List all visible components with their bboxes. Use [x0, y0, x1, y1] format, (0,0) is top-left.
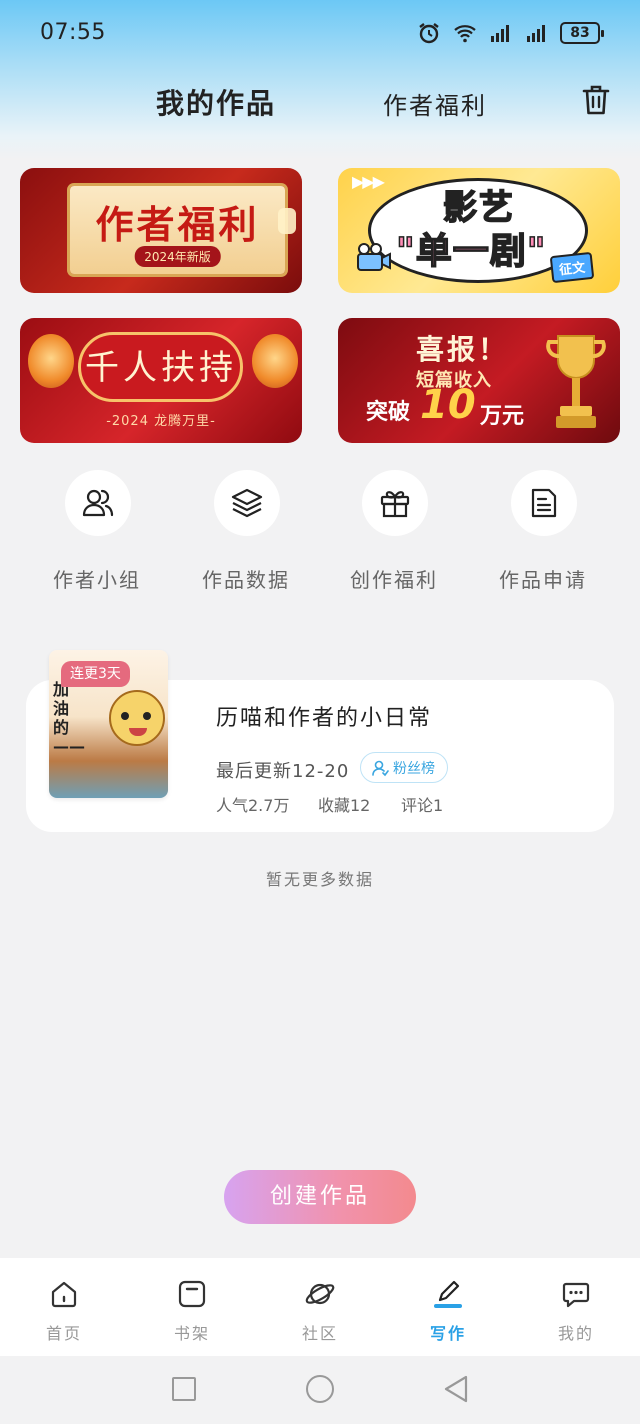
nav-label: 写作 [429, 1324, 466, 1343]
gift-icon [380, 491, 410, 518]
nav-item-bookshelf[interactable]: 书架 [128, 1258, 256, 1356]
banner-support-program[interactable]: 千人扶持 -2024 龙腾万里- [20, 318, 302, 443]
quick-item-author-group[interactable]: 作者小组 [37, 470, 157, 600]
work-last-update: 最后更新12-20 [216, 761, 350, 782]
nav-item-home[interactable]: 首页 [0, 1258, 128, 1356]
cover-text: 加油的—— [53, 680, 85, 756]
banner-author-welfare[interactable]: 作者福利 2024年新版 [20, 168, 302, 293]
create-work-button[interactable]: 创建作品 [224, 1170, 416, 1224]
update-streak-badge: 连更3天 [61, 661, 130, 687]
header: 我的作品 作者福利 [0, 70, 640, 134]
user-icon [372, 760, 389, 776]
recent-apps-icon[interactable] [172, 1377, 196, 1401]
status-icons: 83 [416, 20, 604, 46]
banner-good-news[interactable]: 喜报！ 短篇收入 突破 10 万元 [338, 318, 620, 443]
pen-icon [434, 1280, 462, 1308]
quick-item-work-application[interactable]: 作品申请 [483, 470, 603, 600]
quick-item-icon-wrap [511, 470, 577, 536]
bottom-nav: 首页 书架 社区 写作 我的 [0, 1258, 640, 1356]
nav-label: 书架 [173, 1324, 210, 1343]
fans-ranking-button[interactable]: 粉丝榜 [360, 752, 448, 783]
status-time: 07:55 [40, 20, 106, 45]
lantern-decoration [278, 208, 296, 234]
nav-label: 社区 [301, 1324, 338, 1343]
banner-line3-suffix: 万元 [480, 404, 525, 429]
arrows-decoration: ▶▶▶ [352, 172, 385, 191]
home-button-icon[interactable] [306, 1375, 334, 1403]
signal-icon [491, 25, 509, 42]
nav-label: 我的 [557, 1324, 594, 1343]
banner-film-contest[interactable]: ▶▶▶ 影艺 "单一剧" 征文 [338, 168, 620, 293]
banner-title-line2: "单一剧" [395, 230, 547, 273]
no-more-data-text: 暂无更多数据 [265, 870, 374, 889]
camera-icon [357, 243, 391, 271]
banner-tag: 征文 [549, 251, 595, 284]
work-comments: 评论1 [401, 796, 444, 815]
quick-item-icon-wrap [214, 470, 280, 536]
quick-item-icon-wrap [65, 470, 131, 536]
banner-scroll: 作者福利 2024年新版 [70, 186, 285, 274]
nav-item-community[interactable]: 社区 [256, 1258, 384, 1356]
quick-item-icon-wrap [362, 470, 428, 536]
quick-item-label: 作品数据 [202, 568, 290, 592]
alarm-icon [419, 23, 439, 44]
banner-subtitle: -2024 龙腾万里- [106, 414, 216, 429]
fans-ranking-label: 粉丝榜 [393, 760, 435, 777]
battery-indicator: 83 [560, 22, 604, 44]
layers-icon [231, 488, 263, 518]
banner-line3-prefix: 突破 [366, 400, 411, 425]
cover-character [109, 690, 165, 746]
bookshelf-icon [178, 1280, 206, 1308]
quick-item-creation-welfare[interactable]: 创作福利 [334, 470, 454, 600]
trophy-icon [546, 335, 606, 428]
trash-icon[interactable] [578, 82, 614, 118]
tab-author-welfare[interactable]: 作者福利 [383, 86, 487, 121]
nav-item-writing[interactable]: 写作 [384, 1258, 512, 1356]
chat-icon [562, 1282, 590, 1308]
system-nav-bar [0, 1356, 640, 1424]
banner-tag: 2024年新版 [134, 246, 221, 267]
work-title[interactable]: 历喵和作者的小日常 [216, 700, 432, 732]
banner-title: 喜报！ [416, 333, 510, 366]
planet-icon [305, 1283, 335, 1305]
nav-item-mine[interactable]: 我的 [512, 1258, 640, 1356]
back-icon[interactable] [442, 1374, 470, 1404]
signal-icon [527, 25, 545, 42]
quick-item-label: 创作福利 [350, 568, 438, 592]
home-icon [51, 1281, 77, 1308]
quick-item-label: 作品申请 [499, 568, 587, 592]
nav-label: 首页 [45, 1324, 82, 1343]
quick-item-label: 作者小组 [53, 568, 141, 592]
work-popularity: 人气2.7万 [216, 796, 290, 815]
banner-title: 作者福利 [95, 203, 260, 247]
wifi-icon [454, 25, 476, 43]
banner-title: 千人扶持 [85, 348, 237, 388]
status-bar: 07:55 83 [0, 0, 640, 64]
tab-my-works[interactable]: 我的作品 [156, 82, 276, 122]
quick-item-work-data[interactable]: 作品数据 [186, 470, 306, 600]
users-icon [82, 489, 114, 517]
banner-line3-number: 10 [420, 382, 476, 428]
document-icon [531, 488, 557, 518]
work-favorites: 收藏12 [318, 796, 371, 815]
